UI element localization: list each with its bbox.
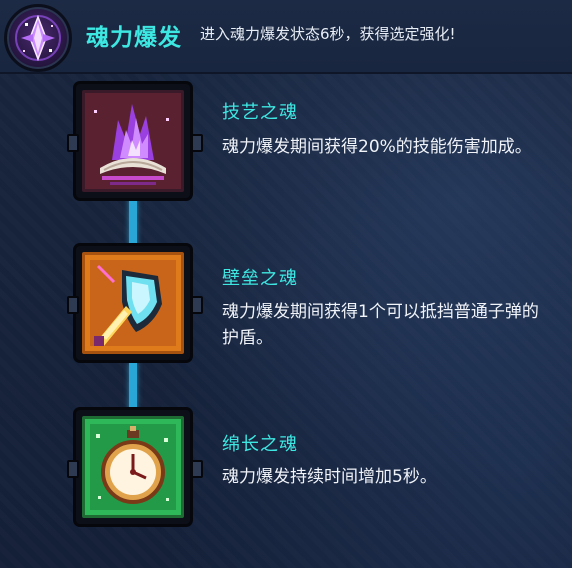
item-name: 壁垒之魂 — [222, 268, 298, 289]
header-bar: 魂力爆发 进入魂力爆发状态6秒，获得选定强化! — [0, 0, 572, 74]
item-name: 技艺之魂 — [222, 102, 298, 123]
header-title: 魂力爆发 — [86, 25, 182, 51]
connector-line-1 — [129, 198, 137, 246]
shield-sword-icon — [82, 252, 184, 354]
item-description: 魂力爆发期间获得20%的技能伤害加成。 — [222, 137, 532, 157]
item-name: 绵长之魂 — [222, 434, 298, 455]
item-frame-bastion-soul[interactable] — [67, 246, 203, 360]
item-description: 魂力爆发期间获得1个可以抵挡普通子弹的护盾。 — [222, 302, 539, 348]
purple-crystal-icon[interactable] — [4, 4, 72, 72]
stopwatch-icon — [82, 416, 184, 518]
connector-line-2 — [129, 362, 137, 412]
purple-flame-book-icon — [82, 90, 184, 192]
item-description: 魂力爆发持续时间增加5秒。 — [222, 467, 437, 487]
header-description: 进入魂力爆发状态6秒，获得选定强化! — [200, 25, 456, 43]
item-frame-skill-soul[interactable] — [67, 84, 203, 198]
item-frame-enduring-soul[interactable] — [67, 410, 203, 524]
